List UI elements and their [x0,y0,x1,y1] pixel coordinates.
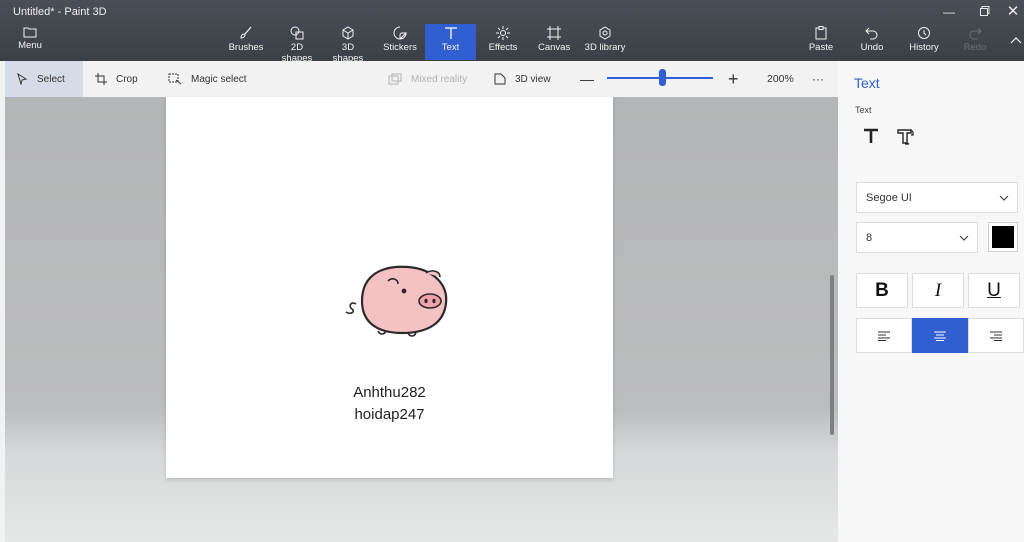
select-button[interactable]: Select [5,61,83,97]
pig-sticker [345,265,448,337]
redo-icon [969,27,982,40]
tab-effects[interactable]: Effects [486,24,520,60]
restore-icon [980,6,990,16]
paste-button[interactable]: Paste [808,24,834,60]
magic-select-button[interactable]: Magic select [168,61,247,97]
chevron-up-icon [1010,37,1022,44]
tab-brushes[interactable]: Brushes [228,24,264,60]
stickers-icon [393,26,407,40]
text-icon [444,27,457,39]
align-center-icon [934,331,946,341]
secondary-toolbar: Select Crop Magic select Mixed reality 3… [0,61,838,97]
mixed-reality-button[interactable]: Mixed reality [388,61,467,97]
zoom-level: 200% [767,73,794,85]
history-label: History [909,42,939,53]
magic-select-label: Magic select [191,73,247,85]
folder-icon [23,27,37,38]
align-center-button[interactable] [912,318,968,353]
minimize-button[interactable]: — [939,4,959,20]
mixed-reality-label: Mixed reality [411,73,468,85]
menu-button[interactable]: Menu [11,24,49,60]
tab-canvas[interactable]: Canvas [538,24,570,60]
tab-text-label: Text [441,42,460,53]
3d-text-button[interactable] [892,123,918,149]
italic-button[interactable]: I [912,273,964,308]
3d-view-icon [494,73,506,85]
tab-3d-shapes[interactable]: 3D shapes [326,24,370,64]
menu-label: Menu [18,40,42,51]
drawing-canvas[interactable]: Anhthu282 hoidap247 [166,97,613,478]
tab-brushes-label: Brushes [228,42,264,53]
history-button[interactable]: History [907,24,941,60]
chevron-down-icon [959,235,969,241]
history-icon [918,27,930,39]
3d-view-button[interactable]: 3D view [494,61,551,97]
tab-3d-library-label: 3D library [584,42,626,53]
select-label: Select [37,73,65,85]
brush-icon [240,26,252,39]
underline-button[interactable]: U [968,273,1020,308]
undo-button[interactable]: Undo [859,24,885,60]
crop-icon [95,73,107,85]
paste-label: Paste [808,42,834,53]
font-family-dropdown[interactable]: Segoe UI [856,182,1018,213]
2d-shapes-icon [290,26,304,40]
mixed-reality-icon [388,73,402,85]
magic-select-icon [168,73,182,85]
tab-text[interactable]: Text [425,24,476,60]
align-left-button[interactable] [856,318,912,353]
zoom-in-button[interactable]: + [728,61,739,97]
2d-text-icon [864,128,878,143]
3d-library-icon [599,26,611,40]
undo-icon [865,27,878,40]
zoom-out-button[interactable]: — [580,61,594,97]
text-type-heading: Text [855,105,872,115]
align-right-button[interactable] [968,318,1024,353]
tab-canvas-label: Canvas [538,42,571,53]
cursor-icon [17,73,28,85]
tab-stickers[interactable]: Stickers [382,24,418,60]
chevron-down-icon [999,195,1009,201]
3d-view-label: 3D view [515,73,551,85]
2d-text-button[interactable] [858,123,884,149]
redo-label: Redo [963,42,987,53]
text-color-picker[interactable] [988,222,1018,252]
font-size-value: 8 [866,231,873,244]
font-size-dropdown[interactable]: 8 [856,222,978,253]
crop-label: Crop [116,73,138,85]
color-swatch-fill [992,226,1014,248]
vertical-scrollbar[interactable] [830,275,834,435]
tab-2d-shapes[interactable]: 2D shapes [275,24,319,64]
panel-title: Text [854,75,880,91]
title-ribbon-bar: Untitled* - Paint 3D — ✕ Menu Brushes 2D… [0,0,1024,64]
canvas-icon [547,26,561,40]
canvas-text-line-1: Anhthu282 [353,384,426,401]
effects-icon [496,26,510,40]
restore-button[interactable] [975,4,995,20]
tab-3d-library[interactable]: 3D library [584,24,626,60]
zoom-slider-thumb[interactable] [658,69,666,86]
window-title: Untitled* - Paint 3D [13,6,107,18]
3d-text-icon [897,129,914,145]
paste-icon [815,26,827,40]
crop-button[interactable]: Crop [95,61,138,97]
close-button[interactable]: ✕ [1003,4,1023,20]
canvas-text-line-2: hoidap247 [354,406,425,423]
font-family-value: Segoe UI [866,191,912,204]
bold-button[interactable]: B [856,273,908,308]
3d-shapes-icon [342,26,354,40]
text-side-panel: Text Text Segoe UI 8 B I U [838,61,1024,542]
align-right-icon [990,331,1002,341]
tab-stickers-label: Stickers [383,42,417,53]
redo-button[interactable]: Redo [962,24,988,60]
tab-effects-label: Effects [488,42,518,53]
more-options-button[interactable]: ··· [812,61,824,97]
align-left-icon [878,331,890,341]
undo-label: Undo [860,42,884,53]
canvas-text-block[interactable]: Anhthu282 hoidap247 [166,382,613,426]
